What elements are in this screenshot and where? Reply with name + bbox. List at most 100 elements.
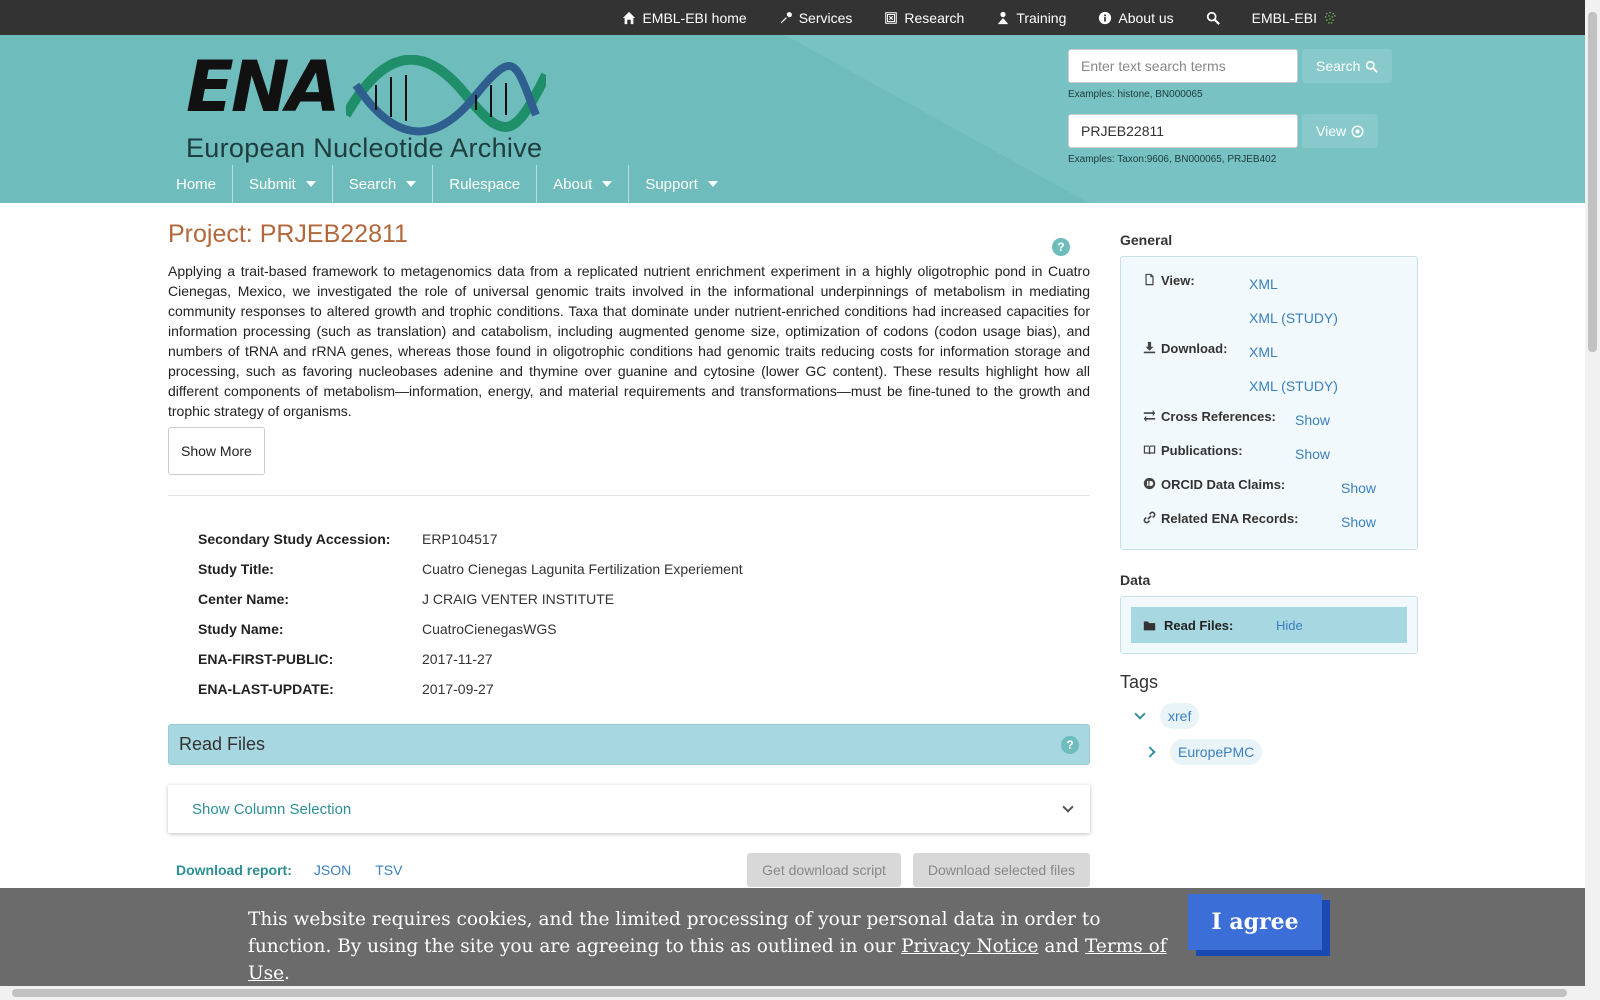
download-icon (1143, 341, 1159, 357)
nav-home-label: Home (176, 175, 217, 193)
general-panel: View: XML XML (STUDY) Download: XML XML … (1120, 256, 1418, 550)
top-bar: EMBL-EBI home Services Research Training… (0, 0, 1585, 35)
cookie-banner: This website requires cookies, and the l… (0, 888, 1585, 986)
privacy-notice-link[interactable]: Privacy Notice (901, 936, 1038, 957)
view-label: View: (1161, 273, 1195, 288)
main-nav: Home Submit Search Rulespace About Suppo… (160, 165, 734, 203)
chevron-right-icon[interactable] (1144, 746, 1156, 758)
show-more-button[interactable]: Show More (168, 427, 265, 475)
help-icon[interactable]: ? (1061, 735, 1079, 754)
vertical-scrollbar-thumb[interactable] (1588, 12, 1597, 352)
training-label: Training (1016, 9, 1067, 26)
orcid-label: ORCID Data Claims: (1161, 477, 1286, 492)
chevron-down-icon[interactable] (1134, 708, 1146, 720)
read-files-label: Read Files: (1164, 617, 1234, 633)
caret-down-icon (305, 181, 316, 187)
about-us-link[interactable]: About us (1098, 10, 1174, 26)
publications-show-link[interactable]: Show (1295, 437, 1330, 471)
general-title: General (1120, 232, 1173, 248)
horizontal-scrollbar[interactable] (0, 986, 1585, 1000)
cross-references-show-link[interactable]: Show (1295, 403, 1330, 437)
ena-logo[interactable]: ENA European Nucleotide Archive (186, 46, 546, 163)
read-files-title: Read Files (179, 734, 266, 754)
nav-support[interactable]: Support (629, 165, 734, 203)
download-selected-files-button[interactable]: Download selected files (912, 853, 1090, 887)
cookie-text-and: and (1038, 936, 1086, 957)
view-example-text: Examples: Taxon:9606, BN000065, PRJEB402 (1068, 154, 1277, 165)
nav-about[interactable]: About (537, 165, 630, 203)
ena-logo-subtitle: European Nucleotide Archive (186, 133, 543, 163)
caret-down-icon (602, 181, 613, 187)
site-header: ENA European Nucleotide Archive Search E… (0, 35, 1585, 203)
chevron-down-icon (1062, 801, 1074, 813)
detail-value: Cuatro Cienegas Lagunita Fertilization E… (422, 561, 743, 577)
download-json-link[interactable]: JSON (314, 862, 351, 878)
detail-value: ERP104517 (422, 531, 498, 547)
training-link[interactable]: Training (996, 10, 1066, 26)
view-button[interactable]: View (1302, 114, 1379, 148)
research-link[interactable]: Research (884, 10, 964, 26)
download-tsv-link[interactable]: TSV (375, 862, 402, 878)
ena-logo-text: ENA (186, 46, 341, 128)
download-xml-study-link[interactable]: XML (STUDY) (1249, 369, 1338, 403)
read-files-row: Read Files: Hide (1131, 607, 1407, 643)
get-download-script-button[interactable]: Get download script (747, 853, 901, 887)
nav-submit-label: Submit (249, 175, 296, 193)
view-xml-link[interactable]: XML (1249, 267, 1338, 301)
help-icon[interactable]: ? (1052, 238, 1070, 256)
info-icon (1099, 11, 1112, 24)
book-icon (1143, 443, 1159, 459)
nav-home[interactable]: Home (160, 165, 234, 203)
dna-helix-icon (346, 55, 546, 136)
detail-value: 2017-11-27 (422, 651, 493, 667)
study-details: Secondary Study Accession: ERP104517 Stud… (198, 524, 1090, 704)
view-xml-study-link[interactable]: XML (STUDY) (1249, 301, 1338, 335)
exchange-icon (1143, 409, 1159, 425)
related-records-row: Related ENA Records: Show (1143, 505, 1405, 539)
services-link[interactable]: Services (779, 10, 852, 26)
data-title: Data (1120, 572, 1151, 588)
horizontal-scrollbar-thumb[interactable] (12, 989, 1567, 997)
search-link[interactable] (1206, 11, 1220, 25)
column-selection-toggle[interactable]: Show Column Selection (168, 785, 1090, 833)
detail-row: Study Title: Cuatro Cienegas Lagunita Fer… (198, 554, 1090, 584)
related-records-links: Show (1341, 505, 1376, 539)
related-records-show-link[interactable]: Show (1341, 505, 1376, 539)
research-icon (885, 11, 898, 24)
orcid-show-link[interactable]: Show (1341, 471, 1376, 505)
read-files-hide-link[interactable]: Hide (1276, 618, 1303, 633)
tag-europepmc[interactable]: EuropePMC (1170, 739, 1263, 765)
cookie-text-end: . (284, 963, 290, 984)
text-search-input[interactable] (1068, 49, 1298, 83)
view-button-label: View (1316, 123, 1347, 139)
agree-button[interactable]: I agree (1188, 894, 1322, 950)
vertical-scrollbar[interactable] (1585, 0, 1600, 1000)
target-icon (1351, 124, 1364, 138)
embl-ebi-logo-icon (1324, 11, 1336, 24)
download-xml-link[interactable]: XML (1249, 335, 1338, 369)
view-links: XML XML (STUDY) (1249, 267, 1338, 335)
nav-submit[interactable]: Submit (233, 165, 333, 203)
publications-row: Publications: Show (1143, 437, 1405, 471)
page-title: Project: PRJEB22811 (168, 220, 408, 248)
text-search-button[interactable]: Search (1302, 49, 1393, 83)
home-icon (623, 11, 636, 24)
view-row: View (1068, 114, 1392, 148)
main-content: Project: PRJEB22811 ? Applying a trait-b… (168, 220, 1090, 887)
detail-row: Secondary Study Accession: ERP104517 (198, 524, 1090, 554)
view-accession-input[interactable] (1068, 114, 1298, 148)
tag-xref[interactable]: xref (1160, 703, 1200, 729)
nav-search[interactable]: Search (333, 165, 434, 203)
search-button-label: Search (1316, 58, 1361, 74)
search-example-text: Examples: histone, BN000065 (1068, 89, 1203, 100)
research-label: Research (904, 9, 965, 26)
embl-ebi-brand-link[interactable]: EMBL-EBI (1252, 10, 1337, 26)
download-links: XML XML (STUDY) (1249, 335, 1338, 403)
embl-ebi-home-link[interactable]: EMBL-EBI home (622, 10, 747, 26)
nav-rulespace[interactable]: Rulespace (433, 165, 538, 203)
orcid-links: Show (1341, 471, 1376, 505)
embl-ebi-brand-label: EMBL-EBI (1251, 9, 1317, 26)
data-panel: Read Files: Hide (1120, 596, 1418, 654)
detail-value: 2017-09-27 (422, 681, 494, 697)
training-icon (998, 11, 1009, 24)
